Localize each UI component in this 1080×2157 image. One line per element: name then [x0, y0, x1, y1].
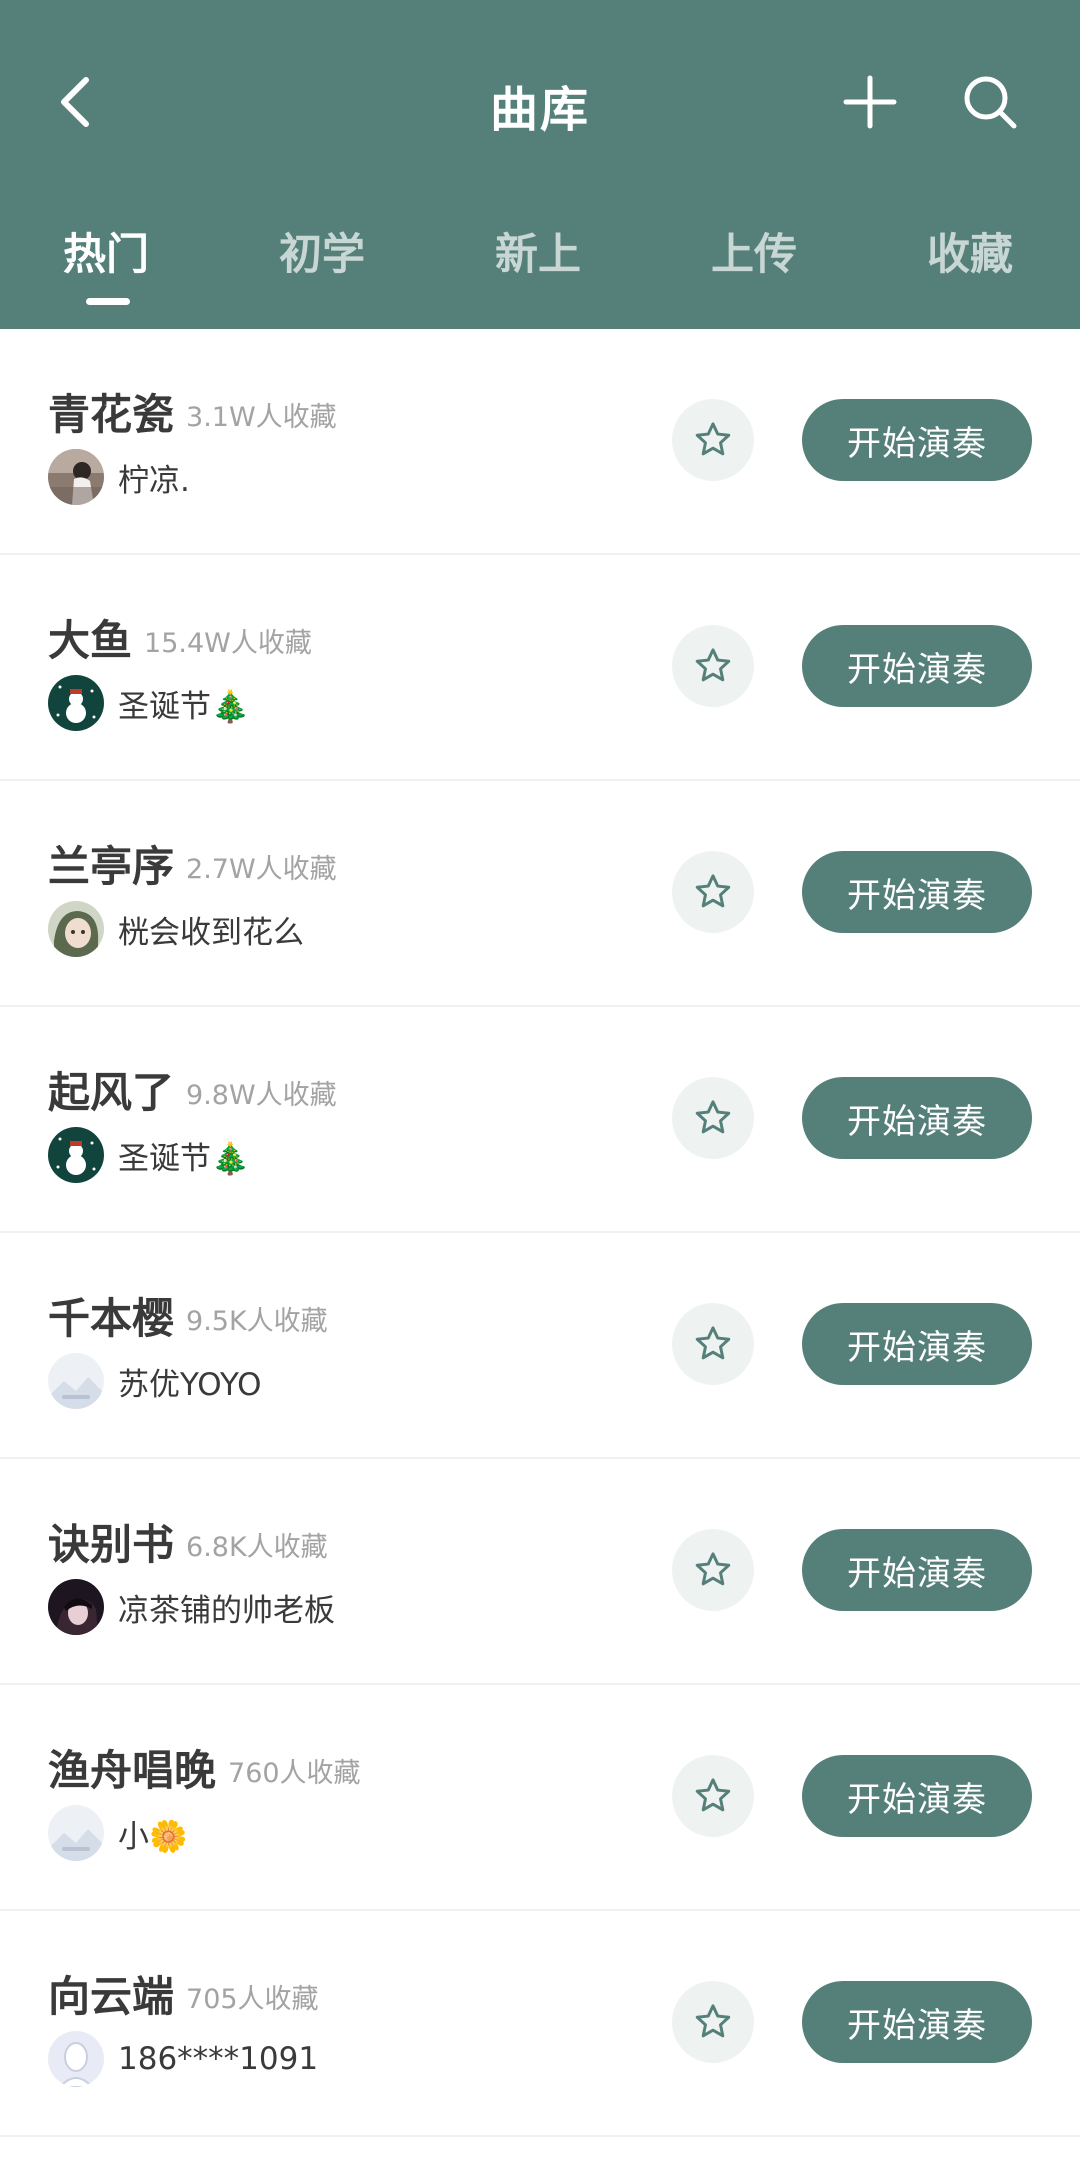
- tab-favorites[interactable]: 收藏: [890, 220, 1050, 282]
- uploader-name: 186****1091: [118, 2041, 319, 2077]
- tab-new[interactable]: 新上: [458, 220, 618, 282]
- avatar: [48, 1353, 104, 1409]
- start-play-button[interactable]: 开始演奏: [802, 625, 1032, 707]
- plus-icon: [843, 75, 897, 129]
- start-play-button[interactable]: 开始演奏: [802, 1303, 1032, 1385]
- uploader[interactable]: 柠凉.: [48, 449, 190, 505]
- favorite-count: 2.7W人收藏: [186, 854, 337, 885]
- uploader[interactable]: 186****1091: [48, 2031, 318, 2087]
- song-list-item[interactable]: 起风了 9.8W人收藏 圣诞节🎄 开始演奏: [0, 1007, 1080, 1233]
- favorite-button[interactable]: [672, 625, 754, 707]
- add-button[interactable]: [830, 62, 910, 142]
- avatar: [48, 675, 104, 731]
- uploader-name: 小🌼: [118, 1818, 188, 1855]
- star-icon: [695, 1100, 731, 1134]
- song-title: 兰亭序 2.7W人收藏: [48, 833, 337, 894]
- start-play-button[interactable]: 开始演奏: [802, 399, 1032, 481]
- song-title: 大鱼 15.4W人收藏: [48, 607, 312, 668]
- uploader[interactable]: 桄会收到花么: [48, 901, 304, 957]
- avatar: [48, 1127, 104, 1183]
- favorite-count: 760人收藏: [228, 1758, 361, 1789]
- favorite-button[interactable]: [672, 399, 754, 481]
- song-name: 大鱼: [48, 616, 133, 665]
- favorite-count: 3.1W人收藏: [186, 402, 337, 433]
- favorite-count: 15.4W人收藏: [144, 628, 312, 659]
- song-title: 向云端 705人收藏: [48, 1963, 319, 2024]
- song-name: 千本樱: [48, 1294, 175, 1343]
- song-name: 向云端: [48, 1972, 175, 2021]
- start-play-button[interactable]: 开始演奏: [802, 1755, 1032, 1837]
- star-icon: [695, 1552, 731, 1586]
- uploader-name: 凉茶铺的帅老板: [118, 1592, 335, 1629]
- category-tabs: 热门 初学 新上 上传 收藏: [0, 220, 1080, 310]
- song-title: 起风了 9.8W人收藏: [48, 1059, 337, 1120]
- song-list-item[interactable]: 千本樱 9.5K人收藏 苏优YOYO 开始演奏: [0, 1233, 1080, 1459]
- star-icon: [695, 2004, 731, 2038]
- tab-upload[interactable]: 上传: [674, 220, 834, 282]
- start-play-button[interactable]: 开始演奏: [802, 1077, 1032, 1159]
- favorite-count: 705人收藏: [186, 1984, 319, 2015]
- song-title: 千本樱 9.5K人收藏: [48, 1285, 328, 1346]
- page-title: 曲库: [489, 82, 590, 138]
- tab-hot[interactable]: 热门: [26, 220, 186, 282]
- song-list-item[interactable]: 大鱼 15.4W人收藏 圣诞节🎄 开始演奏: [0, 555, 1080, 781]
- uploader[interactable]: 小🌼: [48, 1805, 188, 1861]
- uploader[interactable]: 苏优YOYO: [48, 1353, 262, 1409]
- uploader-name: 柠凉.: [118, 462, 190, 499]
- song-list-item[interactable]: 青花瓷 3.1W人收藏 柠凉. 开始演奏: [0, 329, 1080, 555]
- favorite-count: 6.8K人收藏: [186, 1532, 328, 1563]
- uploader-name: 圣诞节🎄: [118, 688, 250, 725]
- avatar: [48, 449, 104, 505]
- uploader-name: 圣诞节🎄: [118, 1140, 250, 1177]
- uploader[interactable]: 圣诞节🎄: [48, 1127, 250, 1183]
- favorite-button[interactable]: [672, 1303, 754, 1385]
- star-icon: [695, 648, 731, 682]
- uploader-name: 桄会收到花么: [118, 914, 304, 951]
- song-name: 诀别书: [48, 1520, 175, 1569]
- favorite-button[interactable]: [672, 1529, 754, 1611]
- uploader-name: 苏优YOYO: [118, 1366, 262, 1403]
- song-name: 渔舟唱晚: [48, 1746, 217, 1795]
- start-play-button[interactable]: 开始演奏: [802, 851, 1032, 933]
- favorite-button[interactable]: [672, 1755, 754, 1837]
- avatar: [48, 901, 104, 957]
- favorite-button[interactable]: [672, 1981, 754, 2063]
- uploader[interactable]: 凉茶铺的帅老板: [48, 1579, 335, 1635]
- uploader[interactable]: 圣诞节🎄: [48, 675, 250, 731]
- song-list-item[interactable]: 向云端 705人收藏 186****1091 开始演奏: [0, 1911, 1080, 2137]
- favorite-count: 9.5K人收藏: [186, 1306, 328, 1337]
- search-icon: [964, 76, 1017, 129]
- song-list-item[interactable]: 诀别书 6.8K人收藏 凉茶铺的帅老板 开始演奏: [0, 1459, 1080, 1685]
- active-tab-indicator: [86, 298, 130, 305]
- song-name: 起风了: [48, 1068, 175, 1117]
- avatar: [48, 2031, 104, 2087]
- tab-beginner[interactable]: 初学: [242, 220, 402, 282]
- song-name: 青花瓷: [48, 390, 175, 439]
- favorite-count: 9.8W人收藏: [186, 1080, 337, 1111]
- search-button[interactable]: [950, 62, 1030, 142]
- song-title: 渔舟唱晚 760人收藏: [48, 1737, 361, 1798]
- song-list-item[interactable]: 渔舟唱晚 760人收藏 小🌼 开始演奏: [0, 1685, 1080, 1911]
- star-icon: [695, 1326, 731, 1360]
- star-icon: [695, 1778, 731, 1812]
- star-icon: [695, 874, 731, 908]
- app-header: 曲库 热门 初学 新上 上传 收藏: [0, 0, 1080, 329]
- avatar: [48, 1579, 104, 1635]
- song-list: 青花瓷 3.1W人收藏 柠凉. 开始演奏 大鱼 15.4W人收藏 圣诞节🎄 开始演奏 兰亭序…: [0, 329, 1080, 2137]
- avatar: [48, 1805, 104, 1861]
- song-title: 青花瓷 3.1W人收藏: [48, 381, 337, 442]
- start-play-button[interactable]: 开始演奏: [802, 1529, 1032, 1611]
- song-list-item[interactable]: 兰亭序 2.7W人收藏 桄会收到花么 开始演奏: [0, 781, 1080, 1007]
- favorite-button[interactable]: [672, 1077, 754, 1159]
- start-play-button[interactable]: 开始演奏: [802, 1981, 1032, 2063]
- star-icon: [695, 422, 731, 456]
- song-name: 兰亭序: [48, 842, 175, 891]
- favorite-button[interactable]: [672, 851, 754, 933]
- song-title: 诀别书 6.8K人收藏: [48, 1511, 328, 1572]
